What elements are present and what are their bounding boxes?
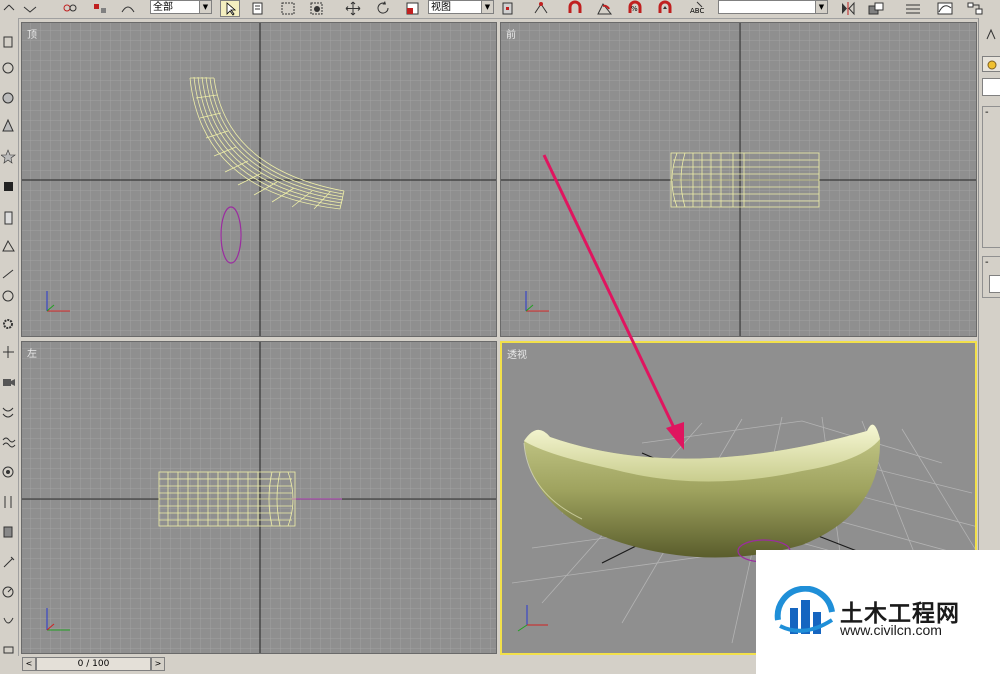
hierarchy-icon[interactable]	[1, 60, 16, 76]
mirror-icon[interactable]	[838, 0, 858, 17]
sphere-icon[interactable]	[1, 90, 16, 106]
create-tab-icon[interactable]	[984, 26, 998, 40]
select-by-name-icon[interactable]	[248, 0, 268, 17]
reference-coordinate-value: 视图	[431, 2, 451, 13]
collapse-icon[interactable]: -	[985, 108, 995, 119]
viewport-top[interactable]: 顶	[21, 22, 497, 337]
schematic-view-icon[interactable]	[965, 0, 985, 17]
snap-toggle-icon[interactable]	[565, 0, 585, 17]
object-name-field[interactable]	[989, 275, 1000, 293]
bind-to-space-warp-icon[interactable]	[118, 0, 138, 17]
reactor-icon[interactable]	[1, 614, 16, 630]
line-icon[interactable]	[1, 266, 16, 282]
modifier-icon[interactable]	[1, 494, 16, 510]
select-and-scale-icon[interactable]	[403, 0, 423, 17]
system-icon[interactable]	[1, 642, 16, 658]
shape-icon[interactable]	[1, 464, 16, 480]
chevron-down-icon: ▼	[199, 1, 211, 13]
select-and-move-icon[interactable]	[343, 0, 363, 17]
rectangular-selection-icon[interactable]	[278, 0, 298, 17]
viewport-label[interactable]: 前	[506, 26, 516, 41]
watermark-logo: 土木工程网 www.civilcn.com	[756, 550, 1000, 674]
reference-coordinate-dropdown[interactable]: 视图 ▼	[428, 0, 494, 14]
named-selection-sets-dropdown[interactable]: ▼	[718, 0, 828, 14]
spinner-snap-icon[interactable]	[655, 0, 675, 17]
name-color-rollout: -	[982, 256, 1000, 298]
select-and-link-icon[interactable]	[60, 0, 80, 17]
angle-snap-icon[interactable]	[595, 0, 615, 17]
main-toolbar: 全部 ▼ 视图 ▼ % ABC ▼	[0, 0, 1000, 19]
circle-icon[interactable]	[1, 288, 16, 304]
svg-text:%: %	[631, 5, 638, 13]
select-and-manipulate-icon[interactable]	[531, 0, 551, 17]
unlink-icon[interactable]	[1, 34, 16, 50]
left-toolbar	[0, 18, 19, 674]
object-type-rollout: -	[982, 106, 1000, 248]
frame-counter: 0 / 100	[77, 659, 110, 669]
percent-snap-icon[interactable]: %	[625, 0, 645, 17]
select-object-button[interactable]	[220, 0, 240, 17]
align-icon[interactable]	[866, 0, 886, 17]
chevron-down-icon: ▼	[815, 1, 827, 13]
viewport-left[interactable]: 左	[21, 341, 497, 654]
undo-icon[interactable]	[0, 0, 20, 17]
geometry-category-button[interactable]	[982, 56, 1000, 72]
edit-named-selection-icon[interactable]: ABC	[688, 0, 708, 17]
selection-filter-dropdown[interactable]: 全部 ▼	[150, 0, 212, 14]
building-logo-icon	[774, 586, 835, 634]
pyramid-icon[interactable]	[1, 238, 16, 254]
window-crossing-icon[interactable]	[308, 0, 328, 17]
star-icon[interactable]	[0, 148, 16, 164]
helper-icon[interactable]	[1, 404, 16, 420]
layer-manager-icon[interactable]	[903, 0, 923, 17]
tube-icon[interactable]	[1, 210, 16, 226]
object-type-dropdown[interactable]	[982, 78, 1000, 96]
watermark-url: www.civilcn.com	[840, 622, 942, 638]
redo-icon[interactable]	[20, 0, 40, 17]
cone-icon[interactable]	[1, 118, 16, 134]
viewport-label[interactable]: 透视	[507, 346, 527, 361]
use-pivot-center-icon[interactable]	[498, 0, 518, 17]
camera-icon[interactable]	[1, 374, 16, 390]
viewport-label[interactable]: 顶	[27, 26, 37, 41]
box-icon[interactable]	[1, 178, 16, 194]
curve-editor-icon[interactable]	[935, 0, 955, 17]
motion-icon[interactable]	[1, 584, 16, 600]
collapse-icon[interactable]: -	[985, 258, 995, 269]
chevron-right-icon[interactable]: >	[151, 657, 165, 671]
time-slider[interactable]: 0 / 100	[36, 657, 151, 671]
chevron-left-icon[interactable]: <	[22, 657, 36, 671]
select-and-rotate-icon[interactable]	[373, 0, 393, 17]
unlink-selection-icon[interactable]	[90, 0, 110, 17]
svg-text:ABC: ABC	[690, 7, 704, 15]
chevron-down-icon: ▼	[481, 1, 493, 13]
display-icon[interactable]	[1, 524, 16, 540]
selection-filter-value: 全部	[153, 2, 173, 13]
utility-icon[interactable]	[1, 554, 16, 570]
light-icon[interactable]	[1, 344, 16, 360]
viewport-front[interactable]: 前	[500, 22, 977, 337]
space-warp-icon[interactable]	[1, 434, 16, 450]
viewport-label[interactable]: 左	[27, 345, 37, 360]
time-slider-bar: < 0 / 100 >	[18, 656, 758, 674]
gear-icon[interactable]	[1, 316, 16, 332]
